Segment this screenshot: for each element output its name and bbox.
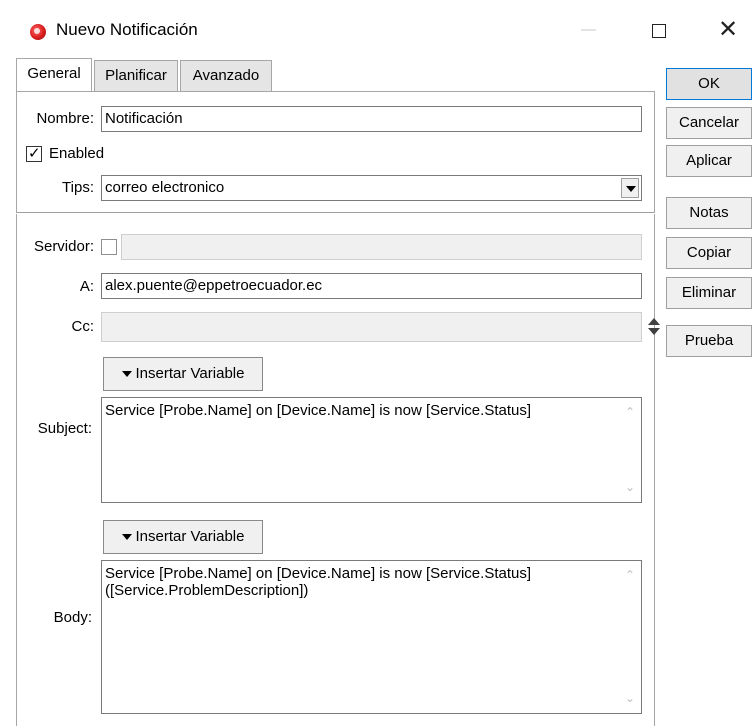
title-dash: — — [581, 21, 596, 38]
subject-insert-variable-button[interactable]: Insertar Variable — [103, 357, 263, 391]
servidor-input[interactable] — [121, 234, 642, 260]
aplicar-button[interactable]: Aplicar — [666, 145, 752, 177]
title-bar: Nuevo Notificación — ✕ — [0, 0, 756, 56]
triangle-down-icon — [121, 371, 132, 378]
body-label: Body: — [53, 609, 92, 626]
subject-text: Service [Probe.Name] on [Device.Name] is… — [105, 402, 532, 419]
prueba-button[interactable]: Prueba — [666, 325, 752, 357]
cc-label: Cc: — [71, 318, 95, 335]
copiar-button[interactable]: Copiar — [666, 237, 752, 269]
enabled-label: Enabled — [49, 145, 105, 162]
subject-textarea[interactable]: Service [Probe.Name] on [Device.Name] is… — [101, 397, 642, 503]
cc-spinner[interactable] — [648, 318, 660, 338]
cancelar-button[interactable]: Cancelar — [666, 107, 752, 139]
maximize-icon[interactable] — [652, 24, 666, 38]
servidor-checkbox[interactable] — [101, 239, 117, 255]
insert-variable-label: Insertar Variable — [135, 528, 245, 545]
cc-input[interactable] — [101, 312, 642, 342]
app-logo-icon — [30, 24, 46, 40]
body-text: Service [Probe.Name] on [Device.Name] is… — [105, 565, 532, 599]
tips-label: Tips: — [62, 179, 94, 196]
tab-planificar[interactable]: Planificar — [94, 60, 178, 91]
notas-button[interactable]: Notas — [666, 197, 752, 229]
separator — [16, 212, 655, 214]
tab-avanzado[interactable]: Avanzado — [180, 60, 272, 91]
scroll-up-icon[interactable]: ⌃ — [625, 404, 635, 421]
insert-variable-label: Insertar Variable — [135, 365, 245, 382]
subject-label: Subject: — [37, 420, 92, 437]
nombre-label: Nombre: — [36, 110, 94, 127]
ok-button[interactable]: OK — [666, 68, 752, 100]
body-textarea[interactable]: Service [Probe.Name] on [Device.Name] is… — [101, 560, 642, 714]
eliminar-button[interactable]: Eliminar — [666, 277, 752, 309]
spin-down-icon[interactable] — [648, 328, 660, 335]
spin-up-icon[interactable] — [648, 318, 660, 325]
scroll-down-icon[interactable]: ⌄ — [625, 690, 635, 707]
a-label: A: — [79, 278, 94, 295]
scroll-down-icon[interactable]: ⌄ — [625, 479, 635, 496]
tips-select[interactable]: correo electronico — [101, 175, 642, 201]
chevron-down-icon[interactable] — [621, 178, 639, 198]
a-input[interactable]: alex.puente@eppetroecuador.ec — [101, 273, 642, 299]
servidor-label: Servidor: — [33, 238, 94, 255]
nombre-input[interactable]: Notificación — [101, 106, 642, 132]
enabled-checkbox[interactable] — [26, 144, 42, 162]
scroll-up-icon[interactable]: ⌃ — [625, 567, 635, 584]
body-insert-variable-button[interactable]: Insertar Variable — [103, 520, 263, 554]
tips-select-value: correo electronico — [105, 179, 225, 196]
tab-general[interactable]: General — [16, 58, 92, 91]
close-icon[interactable]: ✕ — [718, 14, 738, 46]
window-title: Nuevo Notificación — [56, 20, 198, 39]
triangle-down-icon — [121, 534, 132, 541]
